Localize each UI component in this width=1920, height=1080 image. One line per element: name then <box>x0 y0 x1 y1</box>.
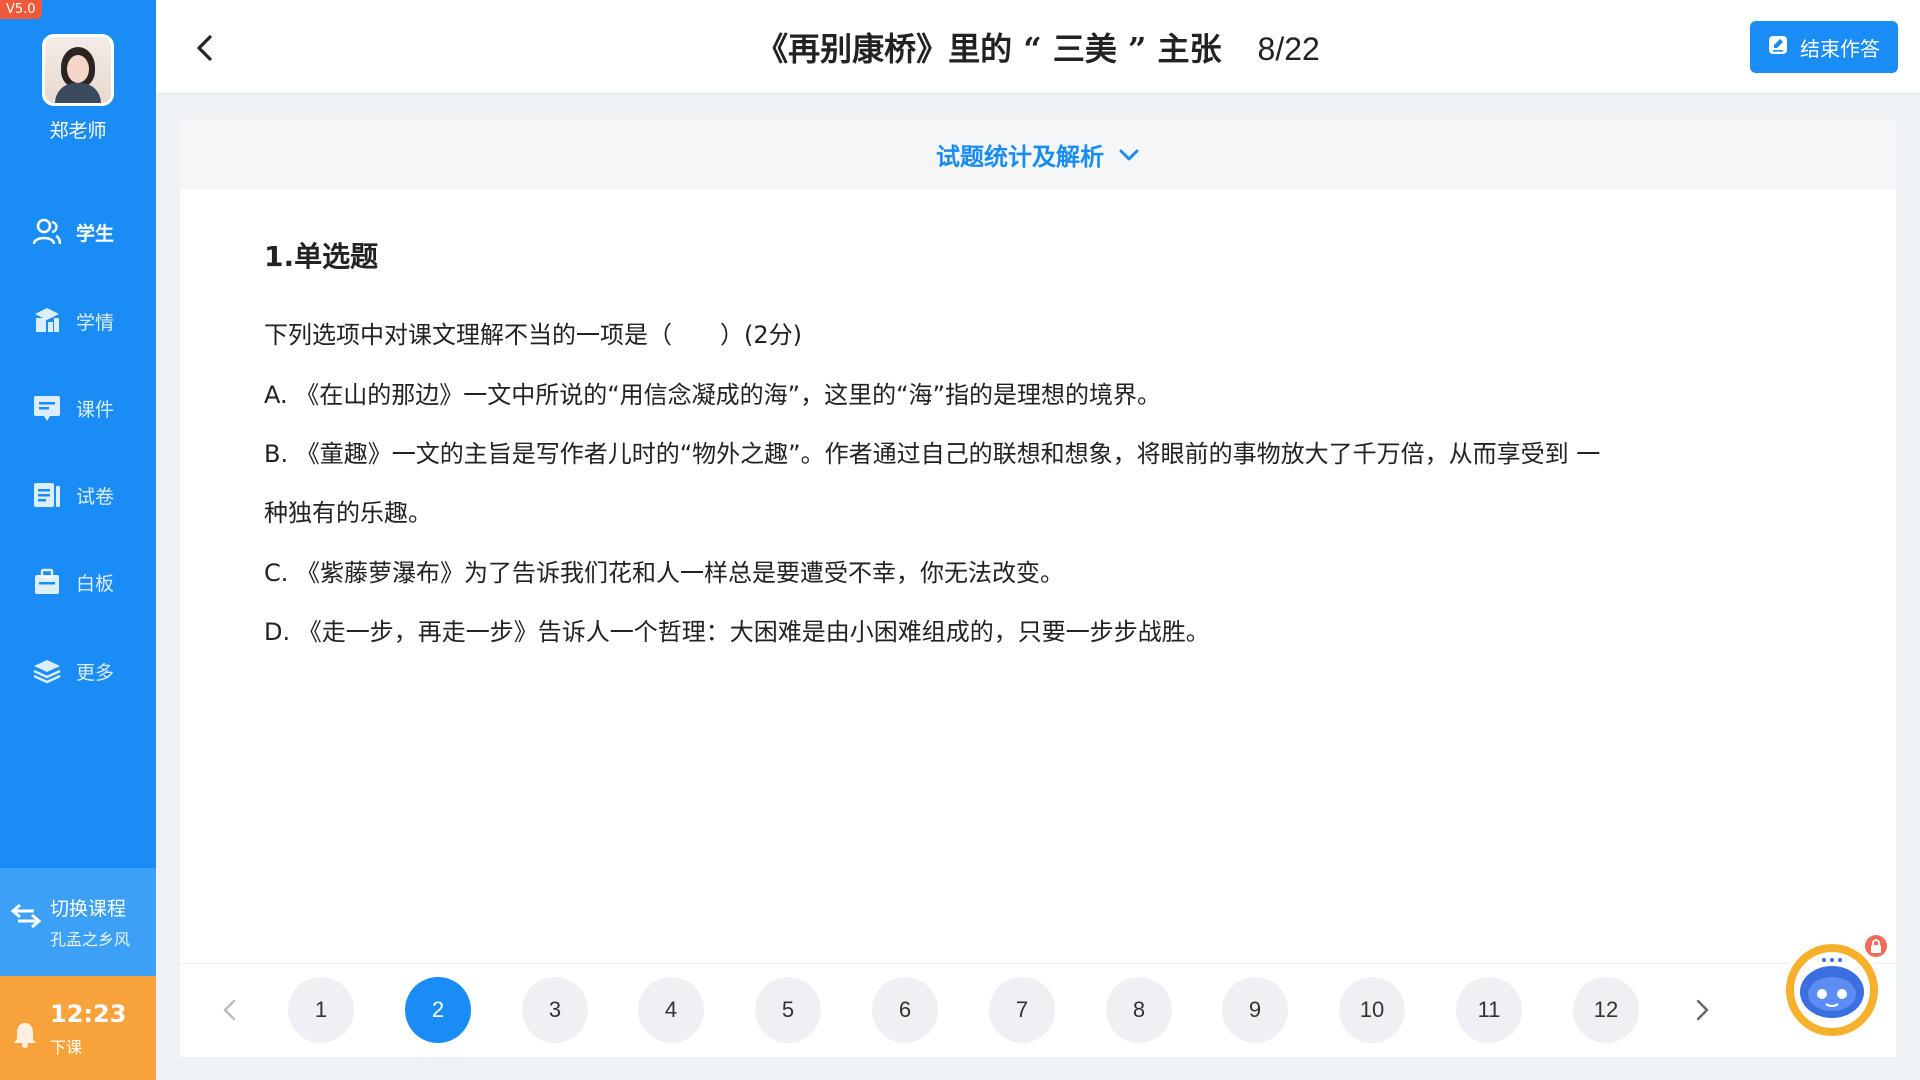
end-class-label: 下课 <box>50 1038 83 1057</box>
page-number-button[interactable]: 9 <box>1222 977 1288 1043</box>
avatar[interactable] <box>42 34 114 106</box>
page-number-button[interactable]: 8 <box>1106 977 1172 1043</box>
stats-analysis-label: 试题统计及解析 <box>936 142 1104 171</box>
current-course-name: 孔孟之乡风 <box>50 930 131 949</box>
option-d: D. 《走一步，再走一步》告诉人一个哲理：大困难是由小困难组成的，只要一步步战胜… <box>264 618 1210 646</box>
page-number-button[interactable]: 6 <box>872 977 938 1043</box>
sidebar-item-students[interactable]: 学生 <box>0 205 156 259</box>
layers-icon <box>32 656 62 686</box>
swap-arrows-icon <box>10 902 42 934</box>
question-pager: 1 2 3 4 5 6 7 8 9 10 11 12 <box>180 963 1896 1057</box>
sidebar: V5.0 郑老师 学生 学情 课件 试卷 白板 更多 切换课程 孔孟之乡风 12… <box>0 0 156 1080</box>
switch-course-title: 切换课程 <box>50 898 127 920</box>
pager-prev-button[interactable] <box>212 992 248 1028</box>
page-number-button[interactable]: 2 <box>405 977 471 1043</box>
page-number-button[interactable]: 7 <box>989 977 1055 1043</box>
page-number-button[interactable]: 3 <box>522 977 588 1043</box>
sidebar-item-label: 学生 <box>76 222 115 245</box>
page-title: 《再别康桥》里的 “ 三美 ” 主张 8/22 <box>156 24 1920 70</box>
header: 《再别康桥》里的 “ 三美 ” 主张 8/22 结束作答 <box>156 0 1920 94</box>
chevron-left-icon <box>223 999 236 1021</box>
page-number-button[interactable]: 1 <box>288 977 354 1043</box>
sidebar-item-label: 更多 <box>76 661 115 684</box>
sidebar-item-more[interactable]: 更多 <box>0 644 156 698</box>
end-answering-button[interactable]: 结束作答 <box>1750 21 1898 73</box>
question-stem: 下列选项中对课文理解不当的一项是（ ）(2分) <box>264 321 802 349</box>
exam-paper-icon <box>32 480 62 510</box>
end-answering-label: 结束作答 <box>1800 36 1880 61</box>
whiteboard-icon <box>32 567 62 597</box>
bell-icon <box>12 1020 38 1052</box>
edit-icon <box>1768 35 1788 60</box>
option-c: C. 《紫藤萝瀑布》为了告诉我们花和人一样总是要遭受不幸，你无法改变。 <box>264 559 1065 587</box>
clock-time: 12:23 <box>50 1000 127 1028</box>
sidebar-item-label: 白板 <box>76 572 115 595</box>
question-progress: 8/22 <box>1257 31 1320 67</box>
page-number-button[interactable]: 4 <box>638 977 704 1043</box>
question-type: 1.单选题 <box>264 240 379 273</box>
courseware-icon <box>32 393 62 423</box>
sidebar-item-analytics[interactable]: 学情 <box>0 294 156 348</box>
page-number-button[interactable]: 12 <box>1573 977 1639 1043</box>
version-badge: V5.0 <box>0 0 42 19</box>
ai-assistant-robot[interactable] <box>1780 930 1892 1042</box>
teacher-name: 郑老师 <box>49 120 107 142</box>
sidebar-item-label: 学情 <box>76 311 115 334</box>
page-number-button[interactable]: 10 <box>1339 977 1405 1043</box>
option-b: B. 《童趣》一文的主旨是写作者儿时的“物外之趣”。作者通过自己的联想和想象，将… <box>264 440 1601 468</box>
page-number-button[interactable]: 11 <box>1456 977 1522 1043</box>
sidebar-item-exam-paper[interactable]: 试卷 <box>0 468 156 522</box>
sidebar-item-label: 课件 <box>76 398 115 421</box>
sidebar-item-courseware[interactable]: 课件 <box>0 381 156 435</box>
students-icon <box>32 217 62 247</box>
question-card: 试题统计及解析 1.单选题 下列选项中对课文理解不当的一项是（ ）(2分) A.… <box>180 119 1896 1057</box>
page-number-button[interactable]: 5 <box>755 977 821 1043</box>
stats-analysis-toggle[interactable]: 试题统计及解析 <box>180 119 1896 189</box>
chevron-down-icon <box>1118 140 1140 168</box>
robot-icon <box>1782 932 1890 1040</box>
chevron-right-icon <box>1696 999 1709 1021</box>
option-a: A. 《在山的那边》一文中所说的“用信念凝成的海”，这里的“海”指的是理想的境界… <box>264 381 1161 409</box>
switch-course-button[interactable]: 切换课程 孔孟之乡风 <box>0 868 156 976</box>
class-clock[interactable]: 12:23 下课 <box>0 976 156 1080</box>
lesson-title: 《再别康桥》里的 “ 三美 ” 主张 <box>756 30 1222 68</box>
sidebar-item-whiteboard[interactable]: 白板 <box>0 555 156 609</box>
pager-next-button[interactable] <box>1684 992 1720 1028</box>
sidebar-item-label: 试卷 <box>76 485 115 508</box>
analytics-icon <box>32 306 62 336</box>
option-b-continued: 种独有的乐趣。 <box>264 499 432 527</box>
